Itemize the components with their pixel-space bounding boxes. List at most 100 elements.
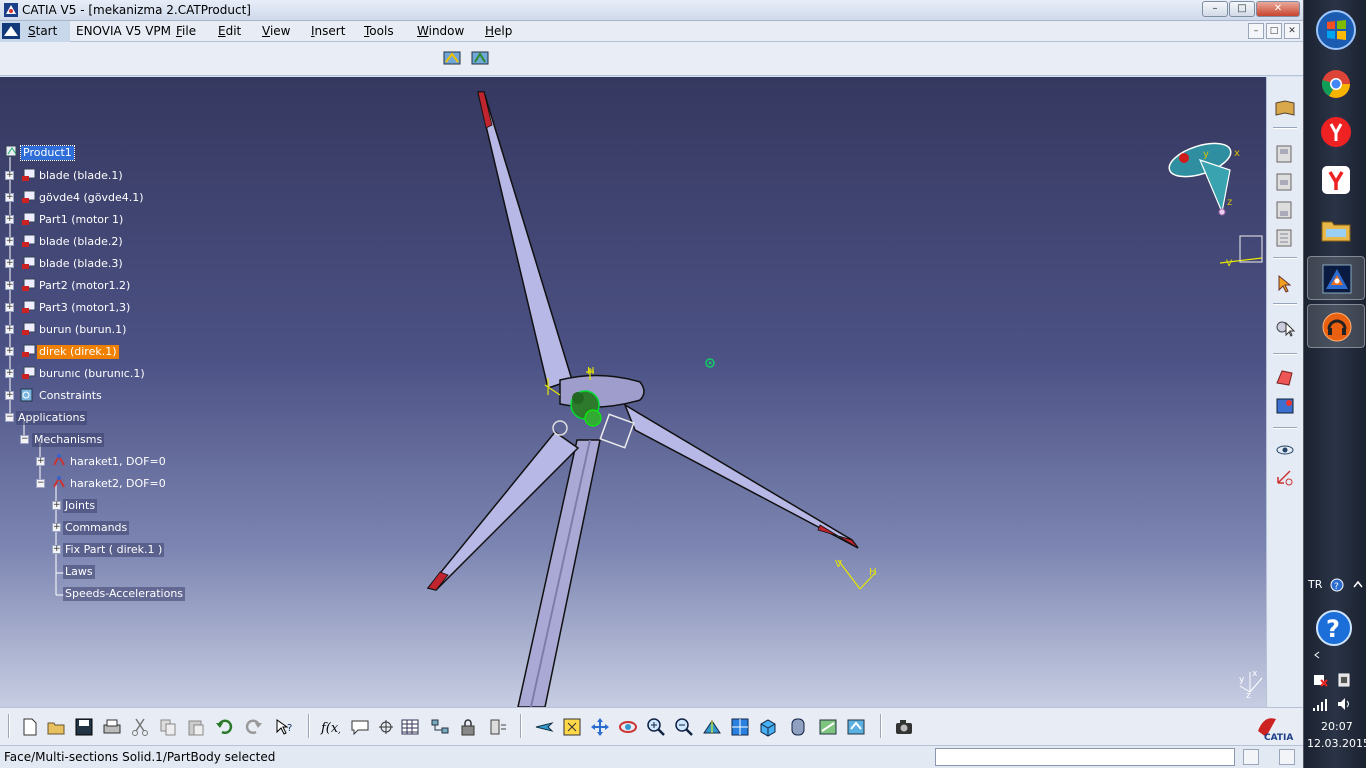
catalog-4-icon[interactable]	[1274, 227, 1296, 249]
save-icon[interactable]	[74, 717, 94, 737]
tree-expander[interactable]: +	[5, 237, 14, 246]
taskbar-chrome[interactable]	[1307, 62, 1365, 106]
taskbar-media-player[interactable]	[1307, 304, 1365, 348]
maximize-button[interactable]: □	[1229, 1, 1255, 17]
tree-expander[interactable]: +	[5, 259, 14, 268]
zoom-in-icon[interactable]	[646, 717, 666, 737]
tree-item-part[interactable]: burunıc (burunıc.1)	[37, 367, 147, 381]
tree-item-part[interactable]: blade (blade.2)	[37, 235, 125, 249]
tree-item-part[interactable]: burun (burun.1)	[37, 323, 128, 337]
menu-view[interactable]: View	[262, 24, 290, 38]
help-support-icon[interactable]: ?	[1314, 608, 1354, 648]
pan-icon[interactable]	[590, 717, 610, 737]
doc-minimize-button[interactable]: –	[1248, 23, 1264, 39]
hide-show-icon[interactable]	[818, 717, 838, 737]
tree-item-part[interactable]: Part1 (motor 1)	[37, 213, 125, 227]
menu-insert[interactable]: Insert	[311, 24, 345, 38]
tree-expander[interactable]: +	[52, 501, 61, 510]
command-input[interactable]	[935, 748, 1235, 766]
fly-mode-icon[interactable]	[534, 717, 554, 737]
clock-time[interactable]: 20:07	[1321, 720, 1353, 733]
tree-expander[interactable]: +	[5, 369, 14, 378]
menu-window[interactable]: Window	[417, 24, 464, 38]
tree-expander[interactable]: +	[5, 325, 14, 334]
tree-item-part[interactable]: Part3 (motor1,3)	[37, 301, 132, 315]
tree-item-laws[interactable]: Laws	[63, 565, 95, 579]
taskbar-yandex-browser[interactable]	[1307, 158, 1365, 202]
tree-item-fix-part[interactable]: Fix Part ( direk.1 )	[63, 543, 165, 557]
open-folder-icon[interactable]	[46, 717, 66, 737]
lock-icon[interactable]	[458, 717, 478, 737]
3d-viewport[interactable]: H V H V y x z x y z Product1 + blade (bl…	[0, 77, 1266, 707]
tree-expander[interactable]: +	[52, 523, 61, 532]
new-document-icon[interactable]	[20, 717, 40, 737]
fit-all-icon[interactable]	[562, 717, 582, 737]
menu-start[interactable]: Start	[28, 24, 57, 38]
tree-root-product[interactable]: Product1	[20, 145, 75, 161]
tree-item-part[interactable]: blade (blade.1)	[37, 169, 125, 183]
tree-expander[interactable]: +	[5, 171, 14, 180]
show-hidden-icons-icon[interactable]	[1312, 650, 1322, 660]
product-structure-icon[interactable]	[430, 717, 450, 737]
tree-expander[interactable]: +	[52, 545, 61, 554]
status-button-right[interactable]	[1279, 749, 1295, 765]
tree-expander[interactable]: +	[5, 347, 14, 356]
multi-view-icon[interactable]	[730, 717, 750, 737]
tree-item-speeds-accelerations[interactable]: Speeds-Accelerations	[63, 587, 186, 601]
minimize-button[interactable]: –	[1202, 1, 1228, 17]
measure-icon[interactable]	[1274, 467, 1296, 489]
doc-close-button[interactable]: ✕	[1284, 23, 1300, 39]
tree-expander[interactable]: −	[36, 479, 45, 488]
scroll-up-icon[interactable]	[1352, 578, 1364, 592]
render-icon[interactable]	[1274, 395, 1296, 417]
tree-item-mechanisms[interactable]: Mechanisms	[32, 433, 105, 447]
windows-start-orb-icon[interactable]	[1312, 8, 1360, 52]
equation-icon[interactable]	[488, 717, 508, 737]
tree-item-joints[interactable]: Joints	[63, 499, 98, 513]
formula-icon[interactable]: f(x)	[320, 717, 340, 737]
menu-tools[interactable]: Tools	[364, 24, 394, 38]
tree-item-part-highlighted[interactable]: direk (direk.1)	[37, 345, 119, 359]
help-tray-icon[interactable]: ?	[1330, 578, 1344, 592]
tree-expander[interactable]: +	[5, 193, 14, 202]
catalog-3-icon[interactable]	[1274, 199, 1296, 221]
shading-icon[interactable]	[788, 717, 808, 737]
open-book-icon[interactable]	[1274, 97, 1296, 119]
look-at-icon[interactable]	[1274, 439, 1296, 461]
menu-file[interactable]: File	[176, 24, 196, 38]
zoom-out-icon[interactable]	[674, 717, 694, 737]
menu-help[interactable]: Help	[485, 24, 512, 38]
catalog-2-icon[interactable]	[1274, 171, 1296, 193]
tree-item-constraints[interactable]: Constraints	[37, 389, 104, 403]
tree-item-part[interactable]: Part2 (motor1.2)	[37, 279, 132, 293]
undo-icon[interactable]	[214, 717, 234, 737]
taskbar-catia[interactable]	[1307, 256, 1365, 300]
print-icon[interactable]	[102, 717, 122, 737]
parameters-icon[interactable]	[376, 717, 396, 737]
network-signal-icon[interactable]	[1312, 696, 1328, 712]
tree-item-part[interactable]: gövde4 (gövde4.1)	[37, 191, 146, 205]
iso-view-icon[interactable]	[758, 717, 778, 737]
tree-item-applications[interactable]: Applications	[16, 411, 88, 425]
tree-expander[interactable]: −	[5, 413, 14, 422]
sketcher-icon[interactable]	[1274, 367, 1296, 389]
close-button[interactable]: ✕	[1256, 1, 1300, 17]
catalog-icon[interactable]	[1274, 143, 1296, 165]
clock-date[interactable]: 12.03.2015	[1307, 737, 1366, 750]
volume-icon[interactable]	[1336, 696, 1352, 712]
taskbar-yandex[interactable]	[1307, 110, 1365, 154]
tree-expander[interactable]: +	[5, 215, 14, 224]
catia-app-icon[interactable]	[3, 2, 19, 18]
tree-expander[interactable]: +	[5, 281, 14, 290]
whats-this-icon[interactable]: ?	[274, 717, 294, 737]
taskbar-file-explorer[interactable]	[1307, 208, 1365, 252]
menu-edit[interactable]: Edit	[218, 24, 241, 38]
tree-expander[interactable]: +	[36, 457, 45, 466]
tree-item-mechanism[interactable]: haraket2, DOF=0	[68, 477, 168, 491]
tree-item-mechanism[interactable]: haraket1, DOF=0	[68, 455, 168, 469]
compile-simulation-icon[interactable]	[442, 48, 462, 68]
cut-icon[interactable]	[130, 717, 150, 737]
camera-icon[interactable]	[894, 717, 914, 737]
device-icon[interactable]	[1336, 672, 1352, 688]
language-indicator[interactable]: TR	[1308, 578, 1322, 591]
